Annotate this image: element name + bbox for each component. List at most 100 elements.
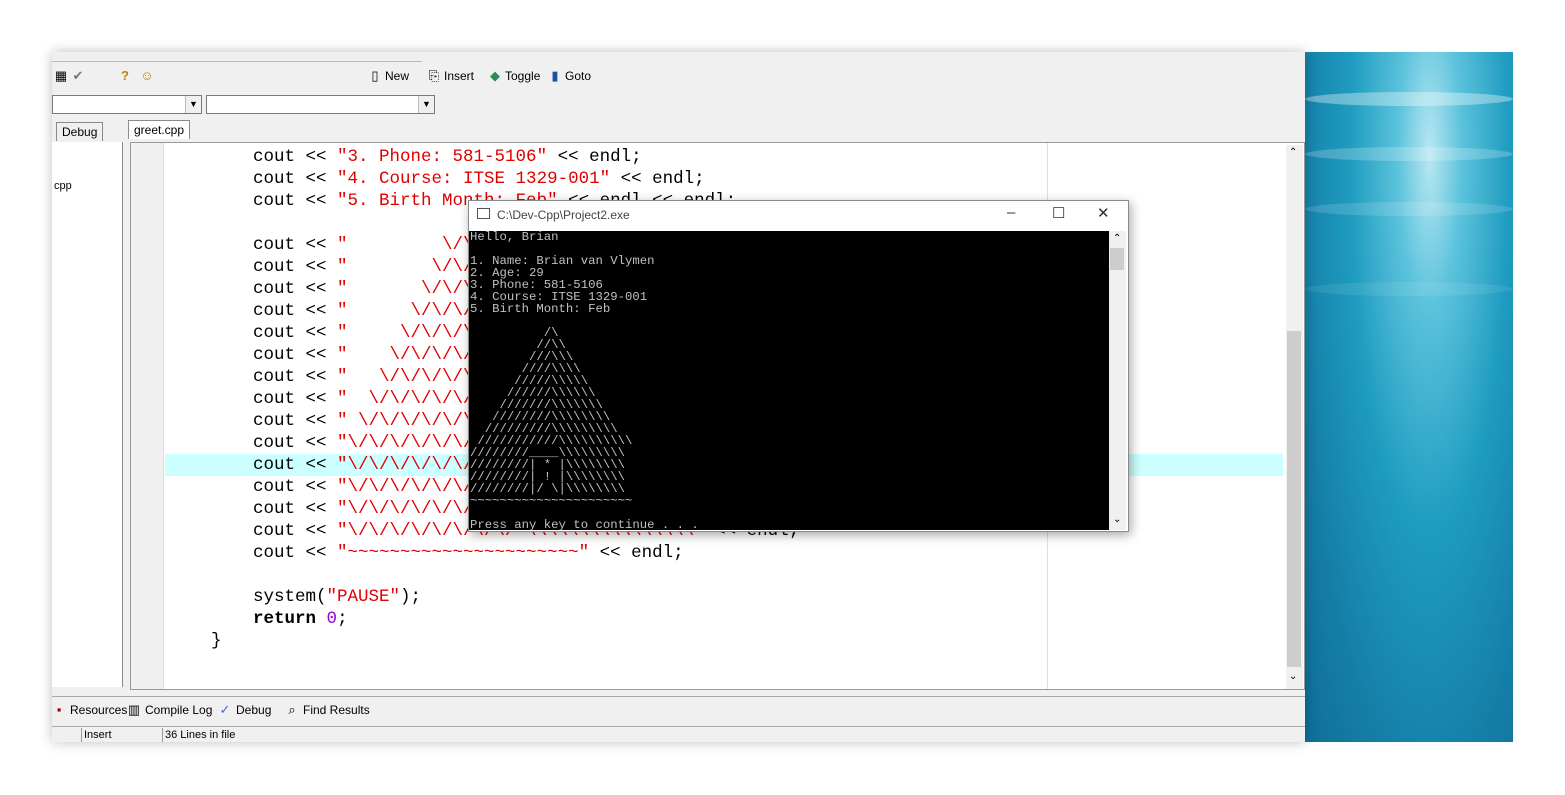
class-browser-item[interactable]: cpp [54, 180, 72, 192]
code-line: cout << "\/\/\/\/\/\/\/ [211, 476, 495, 498]
tab-debug-bottom[interactable]: ✓ Debug [218, 700, 272, 720]
code-line: cout << "~~~~~~~~~~~~~~~~~~~~~~" << endl… [211, 542, 684, 564]
tab-resources[interactable]: ▪ Resources [52, 700, 128, 720]
tab-find-results[interactable]: ⌕ Find Results [285, 700, 370, 720]
compile-run-button[interactable]: ▦ ✔ [54, 66, 85, 86]
toggle-button[interactable]: ◆ Toggle [488, 66, 540, 86]
code-line-close: } [211, 631, 222, 651]
code-text: cout << [211, 367, 338, 387]
class-browser[interactable]: cpp [52, 142, 123, 687]
toggle-icon: ◆ [490, 68, 500, 83]
class-combo[interactable]: ▼ [52, 95, 202, 114]
code-string: "~~~~~~~~~~~~~~~~~~~~~~" [337, 543, 590, 563]
editor-scroll-thumb[interactable] [1287, 331, 1301, 667]
console-scroll-thumb[interactable] [1110, 248, 1124, 270]
smiley-icon: ☺ [140, 68, 154, 83]
tab-compile-log-label: Compile Log [145, 703, 213, 717]
new-button[interactable]: ▯ New [368, 66, 409, 86]
scroll-up-icon[interactable]: ⌃ [1289, 147, 1297, 158]
code-text: cout << [211, 169, 338, 189]
about-button[interactable]: ☺ [140, 66, 154, 86]
console-titlebar[interactable]: C:\Dev-Cpp\Project2.exe – ☐ ✕ [469, 201, 1126, 230]
goto-label: Goto [565, 69, 592, 83]
code-text: cout << [211, 389, 338, 409]
code-text: cout << [211, 411, 338, 431]
grid-icon: ▦ [54, 68, 68, 83]
help-button[interactable]: ? [118, 66, 132, 86]
code-line: cout << "3. Phone: 581-5106" << endl; [211, 146, 642, 168]
code-line: cout << "\/\/\/\/\/\/\/ [211, 454, 495, 476]
code-line-return: return 0; [211, 608, 348, 630]
code-string: "PAUSE" [326, 587, 401, 607]
code-text: cout << [211, 499, 338, 519]
editor-gutter [131, 143, 164, 689]
code-line: cout << " \/\/\/\/\/\/\ [211, 410, 495, 432]
scroll-down-icon[interactable]: ⌄ [1289, 671, 1297, 682]
desktop-wallpaper [1305, 52, 1513, 742]
tab-greet-cpp[interactable]: greet.cpp [128, 120, 191, 139]
status-bar: Insert 36 Lines in file [52, 726, 1305, 742]
code-text: cout << [211, 279, 338, 299]
console-window[interactable]: C:\Dev-Cpp\Project2.exe – ☐ ✕ Hello, Bri… [468, 200, 1129, 532]
check-icon: ✓ [219, 702, 231, 717]
tab-debug-label: Debug [62, 125, 98, 139]
console-scrollbar[interactable]: ⌃ ⌄ [1109, 231, 1126, 530]
console-title: C:\Dev-Cpp\Project2.exe [497, 208, 630, 222]
tab-debug-bottom-label: Debug [236, 703, 272, 717]
code-line: cout << "\/\/\/\/\/\/\/ [211, 498, 495, 520]
code-text: cout << [211, 345, 338, 365]
member-combo[interactable]: ▼ [206, 95, 435, 114]
code-line: cout << " \/\/\/\/\/\/ [211, 388, 495, 410]
maximize-icon[interactable]: ☐ [1052, 204, 1065, 222]
code-text: system( [211, 587, 327, 607]
code-text: cout << [211, 543, 338, 563]
tab-find-results-label: Find Results [303, 703, 370, 717]
code-text: cout << [211, 433, 338, 453]
new-page-icon: ▯ [371, 68, 379, 83]
code-text: cout << [211, 301, 338, 321]
tab-debug[interactable]: Debug [56, 122, 104, 141]
code-text: cout << [211, 323, 338, 343]
scroll-up-icon[interactable]: ⌃ [1113, 233, 1121, 244]
tab-compile-log[interactable]: ▥ Compile Log [127, 700, 213, 720]
minimize-icon[interactable]: – [1007, 204, 1015, 221]
console-app-icon [477, 208, 490, 219]
search-icon: ⌕ [288, 702, 296, 717]
goto-icon: ▮ [551, 68, 559, 83]
toolbar-strip-top [52, 52, 422, 62]
code-text: cout << [211, 191, 338, 211]
chevron-down-icon: ▼ [418, 96, 434, 113]
status-mode: Insert [81, 728, 159, 742]
close-icon[interactable]: ✕ [1097, 204, 1110, 222]
code-string: "3. Phone: 581-5106" [337, 147, 548, 167]
tab-resources-label: Resources [70, 703, 128, 717]
bottom-tabs: ▪ Resources ▥ Compile Log ✓ Debug ⌕ Find Res… [52, 696, 1305, 721]
code-text: ); [400, 587, 422, 607]
code-text: cout << [211, 521, 338, 541]
code-line: cout << " \/\/\/\/ [211, 300, 495, 322]
code-text: cout << [211, 455, 338, 475]
code-text: << endl; [547, 147, 642, 167]
insert-label: Insert [444, 69, 475, 83]
editor-scrollbar[interactable]: ⌃ ⌄ [1286, 145, 1303, 689]
code-text: cout << [211, 147, 338, 167]
bar-chart-icon: ▥ [127, 702, 141, 717]
return-tail: ; [337, 609, 348, 629]
resources-icon: ▪ [56, 702, 62, 717]
code-line: cout << "4. Course: ITSE 1329-001" << en… [211, 168, 705, 190]
console-output: Hello, Brian 1. Name: Brian van Vlymen 2… [470, 231, 699, 530]
scroll-down-icon[interactable]: ⌄ [1113, 514, 1121, 525]
code-text: cout << [211, 257, 338, 277]
code-string: "4. Course: ITSE 1329-001" [337, 169, 611, 189]
toggle-label: Toggle [505, 69, 541, 83]
code-line: cout << " \/\/\/\/\/ [211, 322, 505, 344]
code-text: cout << [211, 477, 338, 497]
code-line: cout << " \/\\" [211, 234, 495, 256]
code-line: system("PAUSE"); [211, 586, 421, 608]
goto-button[interactable]: ▮ Goto [548, 66, 591, 86]
code-text: << endl; [589, 543, 684, 563]
new-label: New [385, 69, 410, 83]
insert-icon: ⎘ [428, 68, 440, 83]
console-output-area: Hello, Brian 1. Name: Brian van Vlymen 2… [469, 231, 1109, 530]
insert-button[interactable]: ⎘ Insert [427, 66, 474, 86]
